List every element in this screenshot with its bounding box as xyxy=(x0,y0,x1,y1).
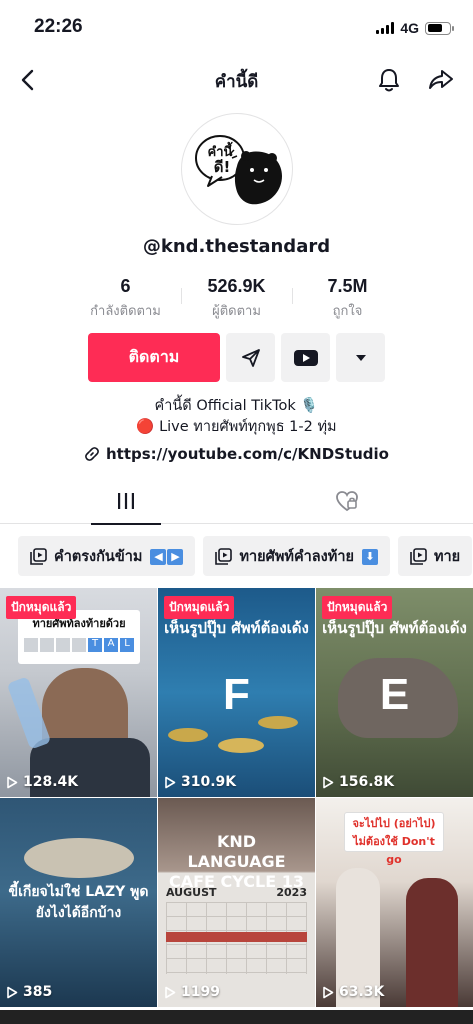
bio-line-2: 🔴 Live ทายศัพท์ทุกพุธ 1-2 ทุ่ม xyxy=(136,419,337,435)
avatar-logo: คำนี้ ดี! xyxy=(195,135,282,205)
playlist-label: ทาย xyxy=(433,548,461,565)
play-icon xyxy=(7,986,18,998)
video-caption: ขี้เกียจไม่ใช่ LAZY พูดยังไงได้อีกบ้าง xyxy=(8,884,149,921)
video-thumbnail[interactable]: KND LANGUAGE CAFE CYCLE 13 AUGUST 2023 1… xyxy=(158,798,315,1007)
status-bar: 22:26 4G xyxy=(0,0,473,56)
battery-icon xyxy=(425,21,454,35)
stat-likes[interactable]: 7.5M ถูกใจ xyxy=(292,276,403,326)
message-button[interactable] xyxy=(226,333,275,382)
avatar[interactable]: คำนี้ ดี! xyxy=(181,113,293,225)
hidden-heart-icon xyxy=(336,491,358,512)
nav-bar: คำนี้ดี xyxy=(0,58,473,102)
bio-link-text: https://youtube.com/c/KNDStudio xyxy=(105,445,389,463)
tab-videos[interactable] xyxy=(91,478,161,525)
profile-actions: ติดตาม xyxy=(88,333,385,382)
bell-icon[interactable] xyxy=(375,66,403,94)
pinned-badge: ปักหมุดแล้ว xyxy=(164,596,235,619)
left-arrow-emoji-icon: ◀ ▶ xyxy=(149,548,184,565)
playlist-icon xyxy=(410,547,427,565)
stat-followers[interactable]: 526.9K ผู้ติดตาม xyxy=(181,276,292,326)
stat-following[interactable]: 6 กำลังติดตาม xyxy=(70,276,181,326)
status-time: 22:26 xyxy=(34,16,83,37)
video-caption: จะไปไป (อย่าไป) ไม่ต้องใช้ Don't go xyxy=(344,812,444,866)
caret-down-icon xyxy=(355,354,366,361)
video-letter: F xyxy=(223,670,250,719)
network-label: 4G xyxy=(400,20,419,36)
video-thumbnail[interactable]: ขี้เกียจไม่ใช่ LAZY พูดยังไงได้อีกบ้าง 3… xyxy=(0,798,157,1007)
play-icon xyxy=(7,776,18,788)
video-caption: เห็นรูปปุ๊บ ศัพท์ต้องเด้ง xyxy=(322,619,467,637)
tab-liked[interactable] xyxy=(312,478,382,524)
follow-button[interactable]: ติดตาม xyxy=(88,333,220,382)
grid-icon xyxy=(118,493,134,509)
pinned-badge: ปักหมุดแล้ว xyxy=(6,596,77,619)
seal xyxy=(24,838,134,878)
play-icon xyxy=(323,986,334,998)
playlist-chip[interactable]: คำตรงกันข้าม ◀ ▶ xyxy=(18,536,196,576)
calendar-year: 2023 xyxy=(276,886,307,899)
playlist-chip[interactable]: ทาย xyxy=(397,536,473,576)
youtube-icon xyxy=(293,349,318,366)
pinned-badge: ปักหมุดแล้ว xyxy=(322,596,393,619)
calendar-highlight xyxy=(166,932,307,942)
share-icon[interactable] xyxy=(427,66,455,94)
link-icon xyxy=(85,447,99,461)
send-icon xyxy=(241,348,260,367)
stat-label: กำลังติดตาม xyxy=(90,304,161,319)
video-thumbnail[interactable]: ทายศัพท์ลงท้ายด้วย TAL ปักหมุดแล้ว 128.4… xyxy=(0,588,157,797)
video-letter: E xyxy=(379,670,410,719)
view-count: 1199 xyxy=(164,984,220,1000)
fish xyxy=(168,728,208,742)
view-count: 385 xyxy=(6,984,52,1000)
stat-value: 7.5M xyxy=(327,276,368,296)
youtube-button[interactable] xyxy=(281,333,330,382)
bio-link[interactable]: https://youtube.com/c/KNDStudio xyxy=(0,445,473,463)
profile-stats: 6 กำลังติดตาม 526.9K ผู้ติดตาม 7.5M ถูกใ… xyxy=(70,276,403,326)
video-thumbnail[interactable]: เห็นรูปปุ๊บ ศัพท์ต้องเด้ง F ปักหมุดแล้ว … xyxy=(158,588,315,797)
view-count: 63.3K xyxy=(322,984,384,1000)
calendar-month: AUGUST xyxy=(166,886,217,899)
stat-label: ผู้ติดตาม xyxy=(212,304,261,319)
more-dropdown-button[interactable] xyxy=(336,333,385,382)
playlist-icon xyxy=(215,547,233,565)
video-grid: ทายศัพท์ลงท้ายด้วย TAL ปักหมุดแล้ว 128.4… xyxy=(0,588,473,1007)
view-count: 156.8K xyxy=(322,774,394,790)
play-icon xyxy=(165,986,176,998)
view-count: 128.4K xyxy=(6,774,78,790)
playlist-row: คำตรงกันข้าม ◀ ▶ ทายศัพท์คำลงท้าย ⬇ ทาย xyxy=(18,536,473,576)
video-thumbnail[interactable]: เห็นรูปปุ๊บ ศัพท์ต้องเด้ง E ปักหมุดแล้ว … xyxy=(316,588,473,797)
profile-tabs xyxy=(0,478,473,525)
stat-value: 526.9K xyxy=(207,276,266,296)
stat-label: ถูกใจ xyxy=(332,304,363,319)
video-caption: KND LANGUAGE CAFE CYCLE 13 xyxy=(168,832,304,891)
bio-line-1: คำนี้ดี Official TikTok 🎙️ xyxy=(154,398,319,414)
video-caption: เห็นรูปปุ๊บ ศัพท์ต้องเด้ง xyxy=(164,619,309,637)
fish xyxy=(218,738,264,753)
playlist-label: ทายศัพท์คำลงท้าย xyxy=(239,548,354,565)
play-icon xyxy=(323,776,334,788)
avatar-text-bottom: ดี! xyxy=(214,158,231,176)
status-indicators: 4G xyxy=(376,20,454,36)
next-row-peek xyxy=(0,1010,473,1024)
bio: คำนี้ดี Official TikTok 🎙️ 🔴 Live ทายศัพ… xyxy=(0,396,473,438)
playlist-chip[interactable]: ทายศัพท์คำลงท้าย ⬇ xyxy=(203,536,390,576)
video-thumbnail[interactable]: จะไปไป (อย่าไป) ไม่ต้องใช้ Don't go 63.3… xyxy=(316,798,473,1007)
username: @knd.thestandard xyxy=(142,236,331,257)
letter-tiles: TAL xyxy=(18,638,140,652)
playlist-label: คำตรงกันข้าม xyxy=(54,548,143,565)
view-count: 310.9K xyxy=(164,774,236,790)
play-icon xyxy=(165,776,176,788)
stat-value: 6 xyxy=(120,276,131,296)
down-arrow-emoji-icon: ⬇ xyxy=(361,548,378,565)
person-right xyxy=(406,878,458,1007)
playlist-icon xyxy=(30,547,47,565)
signal-icon xyxy=(376,22,395,34)
